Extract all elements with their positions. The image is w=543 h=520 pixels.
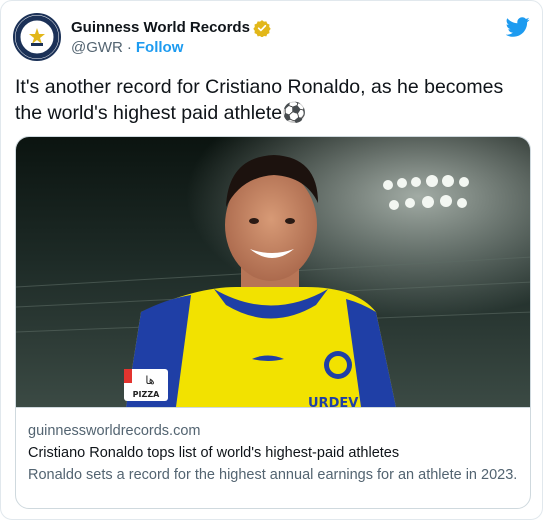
card-title[interactable]: Cristiano Ronaldo tops list of world's h… [28,445,520,461]
display-name[interactable]: Guinness World Records [71,19,250,36]
link-card[interactable]: ها PIZZA URDEV guinnessworldrecords.com … [15,136,531,509]
card-description: Ronaldo sets a record for the highest an… [28,467,518,483]
sponsor-bottom-text: PIZZA [133,390,160,399]
tweet-header: Guinness World Records @GWR · Follow [13,13,530,61]
handle[interactable]: @GWR [71,39,123,56]
tweet-embed: Guinness World Records @GWR · Follow It'… [0,0,543,520]
guinness-logo-icon [15,15,59,59]
card-meta[interactable]: guinnessworldrecords.com Cristiano Ronal… [16,407,530,508]
ronaldo-photo: ها PIZZA URDEV [16,137,530,411]
card-image[interactable]: ها PIZZA URDEV [16,137,530,411]
verified-badge-icon [253,19,271,38]
twitter-bird-icon[interactable] [505,15,530,39]
sponsor-top-text: ها [145,374,154,387]
card-domain: guinnessworldrecords.com [28,423,201,439]
author-info: Guinness World Records @GWR · Follow [71,19,271,56]
follow-button[interactable]: Follow [136,39,184,56]
separator: · [126,38,132,56]
tweet-text: It's another record for Cristiano Ronald… [15,76,504,124]
avatar[interactable] [13,13,61,61]
shirt-text: URDEV [308,396,358,407]
